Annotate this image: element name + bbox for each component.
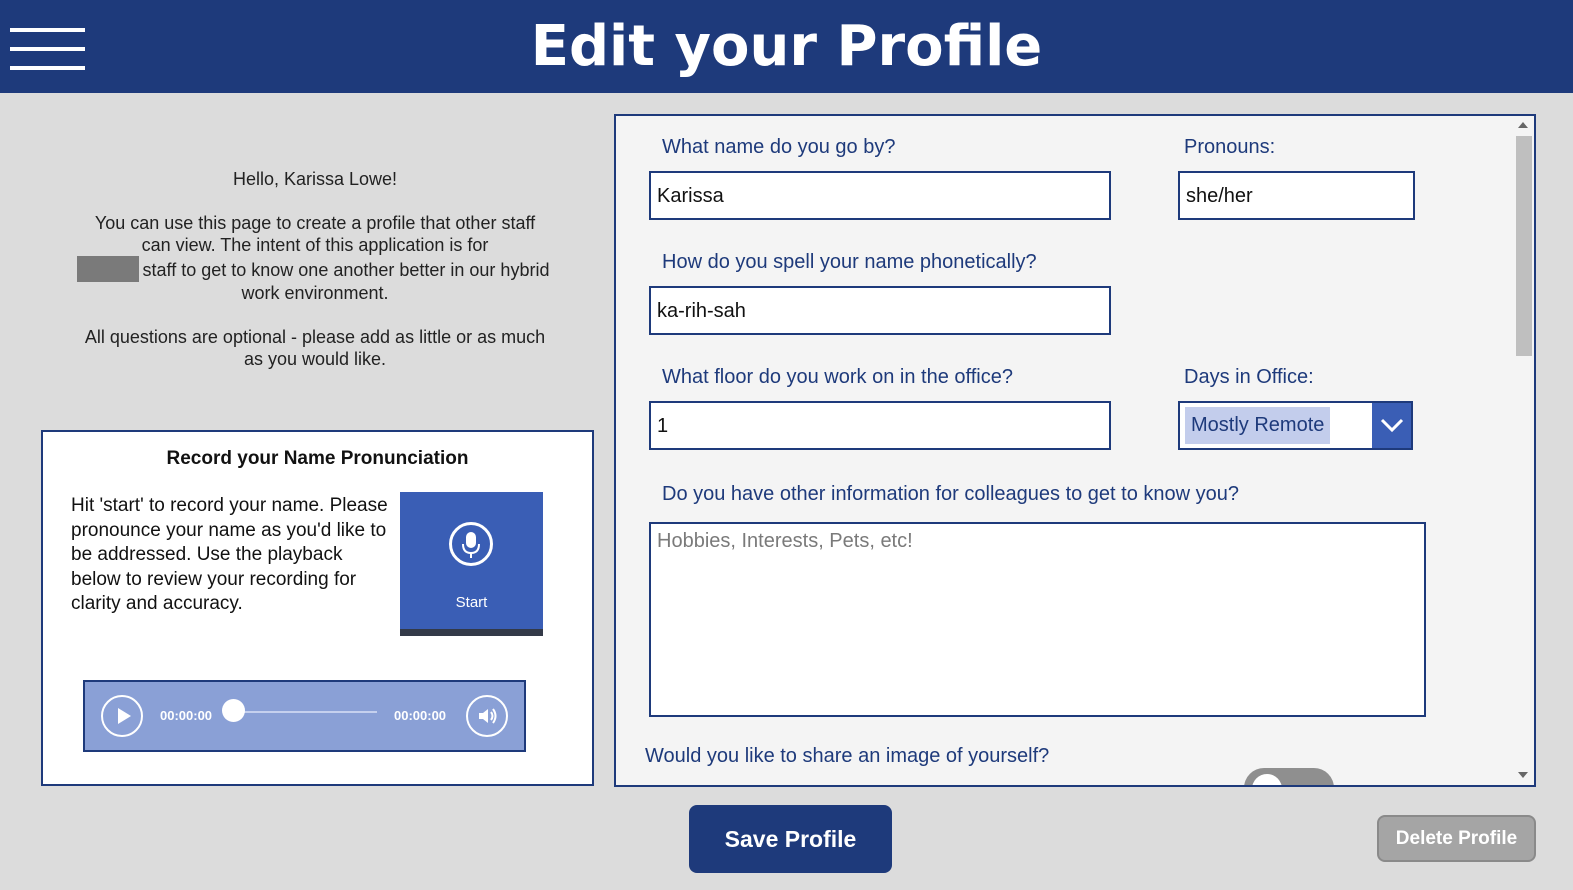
app-header: Edit your Profile [0, 0, 1573, 93]
play-icon[interactable] [101, 695, 143, 737]
volume-icon[interactable] [466, 695, 508, 737]
intro-paragraph-part1: You can use this page to create a profil… [94, 213, 536, 255]
intro-text: Hello, Karissa Lowe! You can use this pa… [76, 168, 550, 392]
page-title: Edit your Profile [530, 14, 1043, 79]
chevron-down-icon[interactable] [1372, 403, 1411, 448]
microphone-icon [449, 522, 493, 566]
floor-label: What floor do you work on in the office? [662, 366, 1013, 388]
name-label: What name do you go by? [662, 136, 896, 158]
scroll-thumb[interactable] [1516, 136, 1532, 356]
current-time: 00:00:00 [160, 708, 213, 723]
other-info-label: Do you have other information for collea… [662, 483, 1240, 505]
optional-note: All questions are optional - please add … [84, 327, 546, 369]
intro-paragraph-part2: staff to get to know one another better … [142, 260, 550, 303]
days-label: Days in Office: [1184, 366, 1314, 388]
form-scrollbar[interactable] [1514, 118, 1534, 784]
seek-thumb[interactable] [222, 699, 245, 722]
save-profile-button[interactable]: Save Profile [689, 805, 892, 873]
days-selected-value: Mostly Remote [1185, 407, 1331, 444]
seek-track[interactable] [233, 711, 377, 713]
other-info-textarea[interactable]: Hobbies, Interests, Pets, etc! [649, 522, 1426, 717]
greeting: Hello, Karissa Lowe! [232, 169, 398, 189]
scroll-up-icon[interactable] [1518, 122, 1528, 128]
days-in-office-dropdown[interactable]: Mostly Remote [1178, 401, 1413, 450]
image-share-label: Would you like to share an image of your… [645, 745, 1050, 767]
record-pronunciation-panel: Record your Name Pronunciation Hit 'star… [41, 430, 594, 786]
record-title: Record your Name Pronunciation [166, 448, 469, 469]
total-time: 00:00:00 [394, 708, 447, 723]
delete-profile-button[interactable]: Delete Profile [1377, 815, 1536, 862]
name-input[interactable]: Karissa [649, 171, 1111, 220]
start-label: Start [455, 594, 488, 611]
audio-player: 00:00:00 00:00:00 [83, 680, 526, 752]
image-share-toggle[interactable] [1244, 768, 1334, 785]
start-recording-button[interactable]: Start [400, 492, 543, 636]
pronouns-input[interactable]: she/her [1178, 171, 1415, 220]
toggle-knob [1252, 774, 1282, 785]
phonetic-label: How do you spell your name phonetically? [662, 251, 1037, 273]
record-instructions: Hit 'start' to record your name. Please … [71, 495, 388, 614]
scroll-down-icon[interactable] [1518, 772, 1528, 778]
redacted-block [76, 256, 139, 282]
pronouns-label: Pronouns: [1184, 136, 1276, 158]
floor-input[interactable]: 1 [649, 401, 1111, 450]
profile-form-panel: What name do you go by? Karissa Pronouns… [614, 114, 1536, 787]
intro-paragraph: You can use this page to create a profil… [76, 212, 550, 304]
phonetic-input[interactable]: ka-rih-sah [649, 286, 1111, 335]
